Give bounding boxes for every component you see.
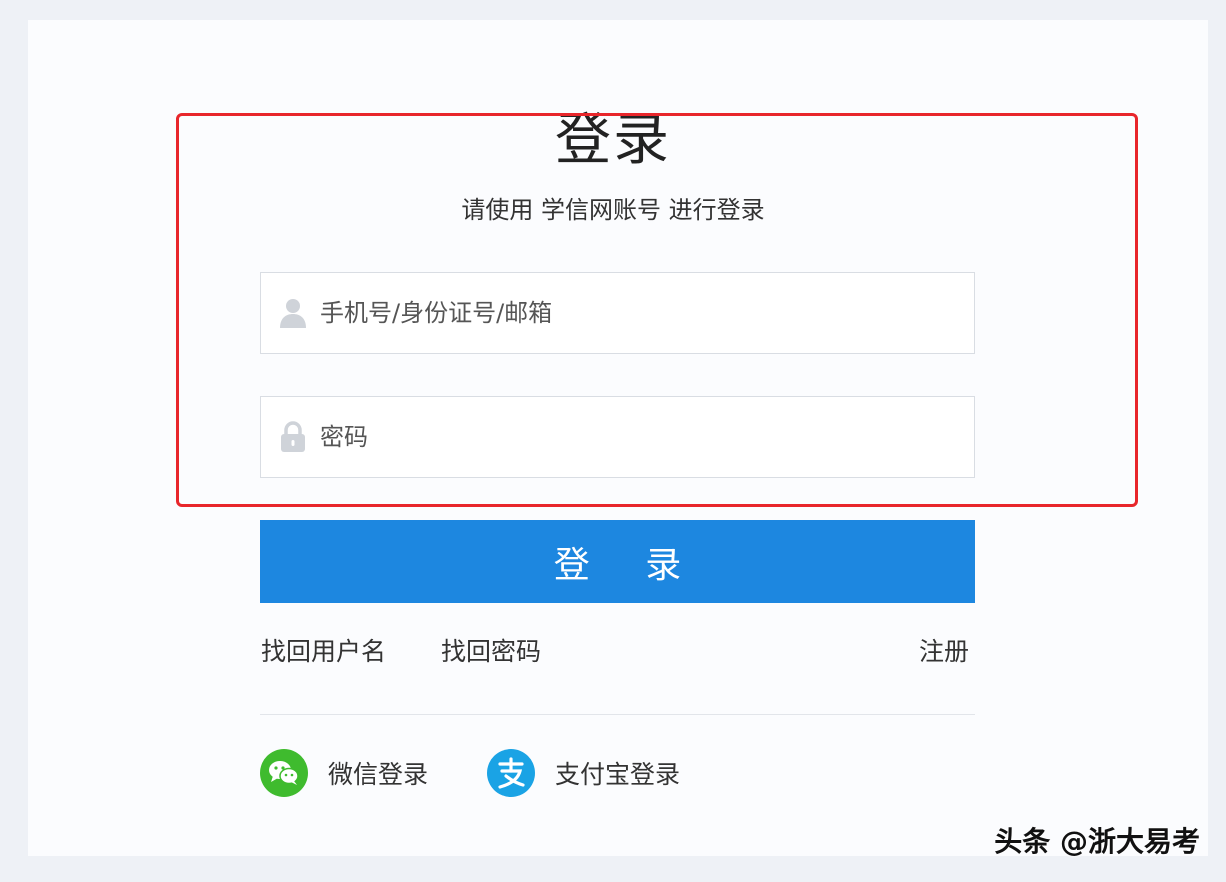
alipay-login-label: 支付宝登录 [555,760,681,789]
password-field[interactable] [260,396,975,478]
username-field[interactable] [260,272,975,354]
password-input[interactable] [320,407,974,467]
divider [260,714,975,715]
username-input[interactable] [320,283,974,343]
alipay-login[interactable]: 支付宝登录 [487,749,680,797]
wechat-login[interactable]: 微信登录 [260,749,428,797]
alipay-icon [487,749,535,797]
user-icon [279,297,307,329]
register-link[interactable]: 注册 [919,634,969,670]
find-password-link[interactable]: 找回密码 [441,634,541,670]
find-username-link[interactable]: 找回用户名 [261,634,386,670]
lock-icon [279,421,307,453]
watermark: 头条 @浙大易考 [994,825,1200,858]
wechat-login-label: 微信登录 [328,760,429,789]
login-button[interactable]: 登 录 [260,520,975,603]
page-title: 登录 [555,108,671,173]
wechat-icon [260,749,308,797]
page-subtitle: 请使用 学信网账号 进行登录 [461,196,765,224]
